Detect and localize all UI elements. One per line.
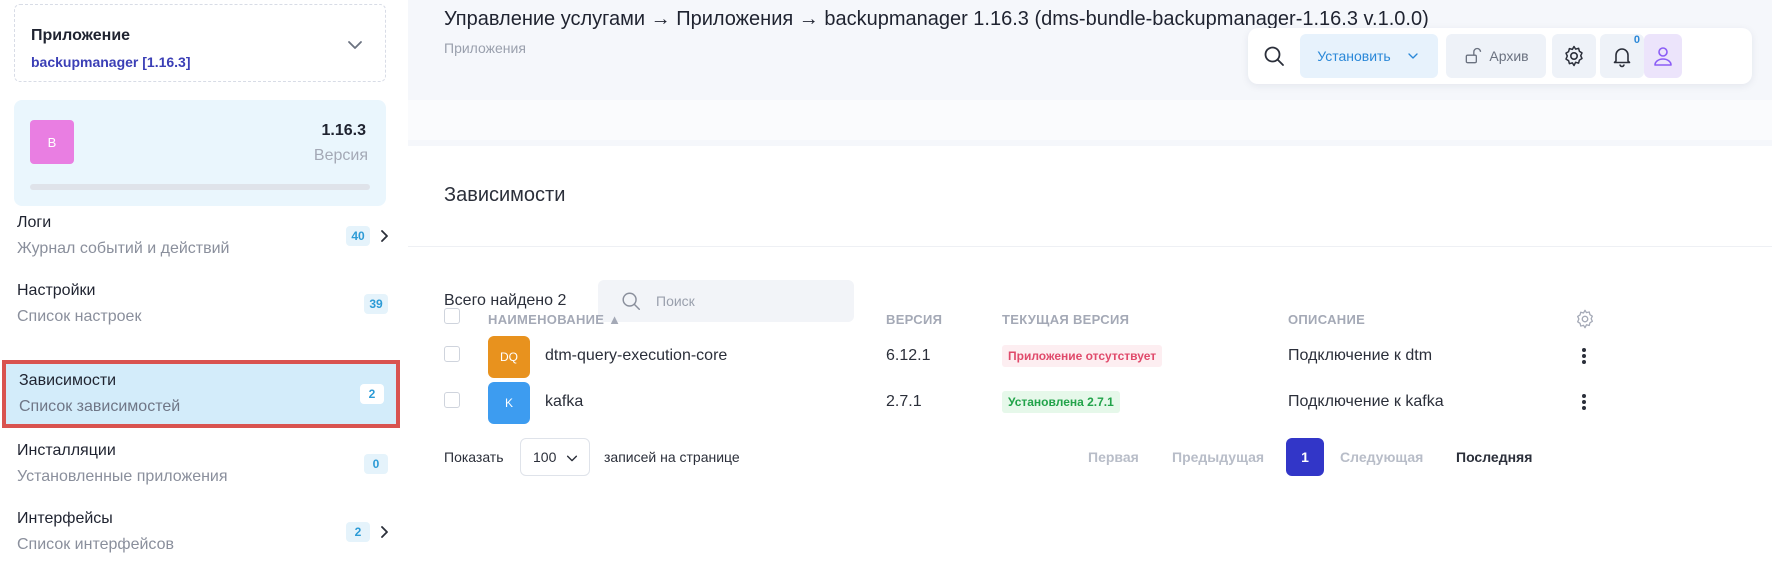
dependency-version: 6.12.1 bbox=[886, 347, 931, 364]
search-icon bbox=[622, 292, 640, 310]
pagination-last[interactable]: Последняя bbox=[1456, 449, 1532, 465]
unlock-icon bbox=[1466, 47, 1482, 64]
app-avatar: B bbox=[30, 120, 74, 164]
dependencies-panel: Зависимости Всего найдено 2 НАИМЕНОВАНИЕ… bbox=[408, 146, 1772, 565]
application-select[interactable]: Приложение backupmanager [1.16.3] bbox=[14, 4, 386, 82]
select-all-checkbox[interactable] bbox=[444, 308, 460, 324]
count-badge: 2 bbox=[346, 522, 370, 542]
notifications-count: 0 bbox=[1633, 34, 1640, 46]
count-badge: 40 bbox=[346, 226, 370, 246]
settings-button[interactable] bbox=[1552, 34, 1596, 78]
install-button-label: Установить bbox=[1317, 48, 1391, 64]
column-header-description[interactable]: ОПИСАНИЕ bbox=[1288, 312, 1365, 327]
bell-icon bbox=[1613, 48, 1631, 68]
search-button[interactable] bbox=[1254, 34, 1294, 78]
per-page-label: записей на странице bbox=[604, 449, 740, 465]
application-select-label: Приложение bbox=[31, 27, 131, 44]
chevron-right-icon bbox=[381, 526, 388, 538]
dependency-name[interactable]: dtm-query-execution-core bbox=[545, 347, 727, 365]
pagination-current-page[interactable]: 1 bbox=[1286, 438, 1324, 476]
chevron-down-icon bbox=[1408, 53, 1418, 59]
archive-button[interactable]: Архив bbox=[1446, 34, 1546, 78]
show-label: Показать bbox=[444, 449, 504, 465]
dependency-description: Подключение к dtm bbox=[1288, 347, 1433, 364]
top-toolbar: Установить Архив 0 bbox=[1248, 28, 1752, 84]
row-checkbox[interactable] bbox=[444, 392, 460, 408]
dependency-name[interactable]: kafka bbox=[545, 393, 583, 411]
column-header-version[interactable]: ВЕРСИЯ bbox=[886, 312, 942, 327]
sidebar-item-title: Настройки bbox=[17, 282, 96, 299]
column-header-name[interactable]: НАИМЕНОВАНИЕ ▲ bbox=[488, 312, 621, 327]
dependency-description: Подключение к kafka bbox=[1288, 393, 1444, 410]
user-menu-button[interactable] bbox=[1644, 34, 1682, 78]
row-menu-kebab-icon[interactable] bbox=[1576, 346, 1592, 366]
version-card: B 1.16.3 Версия bbox=[14, 100, 386, 206]
page-subtitle: Приложения bbox=[444, 40, 526, 56]
version-label: Версия bbox=[313, 147, 368, 164]
version-number: 1.16.3 bbox=[321, 122, 366, 139]
header-strip bbox=[408, 100, 1772, 140]
user-icon bbox=[1654, 47, 1672, 66]
application-select-value: backupmanager [1.16.3] bbox=[31, 54, 191, 70]
sidebar-item-title: Инсталляции bbox=[17, 442, 116, 459]
gear-icon bbox=[1565, 45, 1583, 67]
status-badge: Установлена 2.7.1 bbox=[1002, 391, 1120, 413]
pagination-prev[interactable]: Предыдущая bbox=[1172, 449, 1264, 465]
per-page-value: 100 bbox=[533, 449, 557, 465]
pagination-first[interactable]: Первая bbox=[1088, 449, 1139, 465]
search-input[interactable] bbox=[656, 280, 846, 322]
sidebar-item-dependencies[interactable]: Зависимости Список зависимостей 2 bbox=[2, 360, 400, 428]
dependency-icon: DQ bbox=[488, 336, 530, 378]
archive-button-label: Архив bbox=[1489, 48, 1529, 64]
divider bbox=[408, 246, 1772, 247]
search-box bbox=[598, 280, 854, 322]
dependency-icon: K bbox=[488, 382, 530, 424]
column-header-current-version[interactable]: ТЕКУЩАЯ ВЕРСИЯ bbox=[1002, 312, 1129, 327]
sidebar-item-title: Зависимости bbox=[19, 372, 117, 389]
pagination-next[interactable]: Следующая bbox=[1340, 449, 1423, 465]
main-content: Управление услугами → Приложения → backu… bbox=[408, 0, 1772, 565]
sidebar-item-interfaces[interactable]: Интерфейсы Список интерфейсов 2 bbox=[0, 498, 402, 565]
chevron-down-icon bbox=[566, 455, 578, 462]
sidebar-item-title: Интерфейсы bbox=[17, 510, 113, 527]
dependency-version: 2.7.1 bbox=[886, 393, 922, 410]
notifications-button[interactable]: 0 bbox=[1600, 34, 1644, 78]
sidebar-item-subtitle: Журнал событий и действий bbox=[17, 240, 230, 257]
sidebar: Приложение backupmanager [1.16.3] B 1.16… bbox=[0, 0, 408, 565]
sidebar-item-settings[interactable]: Настройки Список настроек 39 bbox=[0, 270, 402, 338]
sidebar-item-subtitle: Список настроек bbox=[17, 308, 142, 325]
search-icon bbox=[1264, 46, 1284, 66]
per-page-select[interactable]: 100 bbox=[520, 438, 590, 476]
row-checkbox[interactable] bbox=[444, 346, 460, 362]
count-badge: 2 bbox=[360, 384, 384, 404]
chevron-down-icon[interactable] bbox=[345, 35, 365, 55]
row-menu-kebab-icon[interactable] bbox=[1576, 392, 1592, 412]
sidebar-item-subtitle: Список зависимостей bbox=[19, 398, 181, 415]
panel-title: Зависимости bbox=[444, 184, 566, 206]
sidebar-item-subtitle: Список интерфейсов bbox=[17, 536, 174, 553]
version-progress-bar bbox=[30, 184, 370, 190]
sidebar-item-title: Логи bbox=[17, 214, 52, 231]
count-badge: 0 bbox=[364, 454, 388, 474]
sidebar-item-subtitle: Установленные приложения bbox=[17, 468, 228, 485]
status-badge: Приложение отсутствует bbox=[1002, 345, 1163, 367]
count-badge: 39 bbox=[364, 294, 388, 314]
sidebar-item-logs[interactable]: Логи Журнал событий и действий 40 bbox=[0, 202, 402, 270]
sidebar-item-installations[interactable]: Инсталляции Установленные приложения 0 bbox=[0, 430, 402, 498]
column-settings-gear-icon[interactable] bbox=[1574, 308, 1596, 330]
total-found: Всего найдено 2 bbox=[444, 292, 567, 309]
install-button[interactable]: Установить bbox=[1300, 34, 1438, 78]
chevron-right-icon bbox=[381, 230, 388, 242]
